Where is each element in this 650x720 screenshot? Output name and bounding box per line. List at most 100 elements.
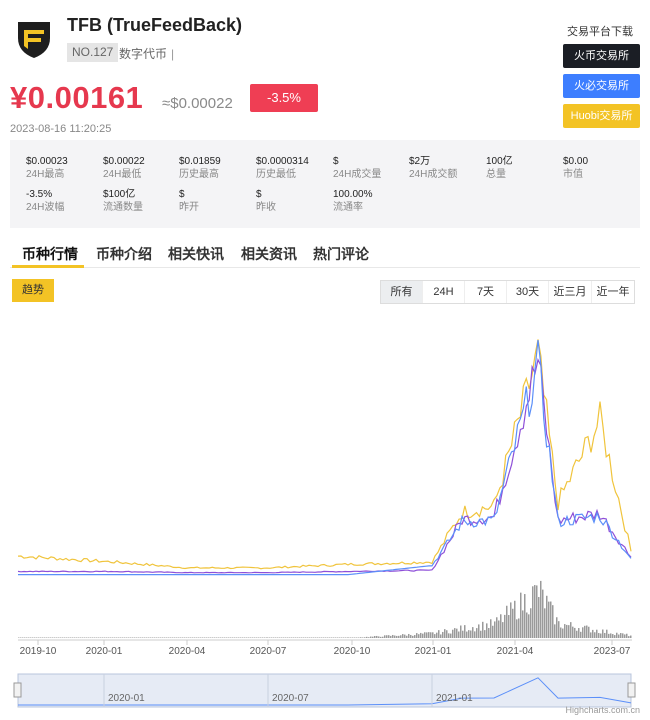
series-line-2 — [17, 358, 632, 574]
volume-bar — [271, 637, 273, 638]
volume-bar — [160, 637, 162, 638]
volume-bar — [252, 637, 254, 638]
stat-label: 昨开 — [179, 202, 199, 213]
volume-bar — [281, 637, 283, 638]
volume-bar — [516, 619, 518, 638]
volume-bar — [303, 637, 305, 638]
volume-bar — [578, 628, 580, 638]
stat-label: 24H最低 — [103, 169, 142, 180]
volume-bar — [626, 633, 628, 638]
volume-bar — [482, 621, 484, 638]
tab-intro[interactable]: 币种介绍 — [96, 244, 152, 264]
volume-bar — [376, 635, 378, 638]
volume-bar — [174, 637, 176, 638]
volume-bar — [76, 637, 78, 638]
stats-panel: $0.00023 24H最高 $0.00022 24H最低 $0.01859 历史最高… — [10, 140, 640, 228]
volume-bar — [295, 637, 297, 638]
price-cny: ¥0.00161 — [10, 80, 144, 115]
volume-bar — [114, 637, 116, 638]
volume-bar — [92, 637, 94, 638]
volume-bar — [240, 637, 242, 638]
volume-bar — [396, 635, 398, 638]
volume-bar — [273, 637, 275, 638]
download-button-huobi-3[interactable]: Huobi交易所 — [563, 104, 640, 128]
volume-bar — [54, 637, 56, 638]
x-tick-label: 2019-10 — [20, 646, 57, 657]
volume-bar — [488, 628, 490, 638]
active-tab-indicator — [12, 265, 84, 268]
volume-bar — [94, 637, 96, 638]
volume-bar — [172, 637, 174, 638]
volume-bar — [196, 637, 198, 638]
volume-bar — [492, 625, 494, 638]
volume-bar — [590, 632, 592, 638]
trend-button[interactable]: 趋势 — [12, 279, 54, 302]
volume-bar — [102, 637, 104, 638]
stat-24h-amplitude: -3.5% 24H波幅 — [26, 188, 64, 214]
download-button-huobi-2[interactable]: 火必交易所 — [563, 74, 640, 98]
price-chart[interactable]: 2019-10 2020-01 2020-04 2020-07 2020-10 2021-… — [0, 300, 650, 720]
volume-bar — [202, 637, 204, 638]
tab-market[interactable]: 币种行情 — [22, 244, 78, 264]
volume-bar — [42, 637, 44, 638]
tab-comments[interactable]: 热门评论 — [313, 244, 369, 264]
volume-bar — [610, 633, 612, 638]
volume-bar — [452, 629, 454, 638]
stat-24h-high: $0.00023 24H最高 — [26, 155, 68, 181]
volume-bar — [602, 629, 604, 638]
volume-bar — [186, 637, 188, 638]
navigator-label: 2020-01 — [108, 693, 145, 704]
stat-label: 历史最低 — [256, 169, 296, 180]
volume-bar — [436, 632, 438, 638]
volume-bar — [464, 625, 466, 638]
volume-bar — [68, 637, 70, 638]
volume-bar — [524, 594, 526, 638]
volume-bar — [616, 632, 618, 638]
navigator-handle-right[interactable] — [627, 682, 636, 698]
chart-credit[interactable]: Highcharts.com.cn — [565, 705, 640, 715]
stat-atl: $0.0000314 历史最低 — [256, 155, 309, 181]
volume-bar — [408, 633, 410, 638]
volume-bar — [538, 597, 540, 638]
tab-flash-news[interactable]: 相关快讯 — [168, 244, 224, 264]
stat-value: -3.5% — [26, 189, 53, 200]
volume-bar — [319, 637, 321, 638]
volume-bar — [28, 637, 30, 638]
volume-bar — [548, 601, 550, 638]
tab-news[interactable]: 相关资讯 — [241, 244, 297, 264]
volume-bar — [86, 637, 88, 638]
volume-bar — [307, 637, 309, 638]
volume-bar — [62, 637, 64, 638]
volume-bar — [444, 629, 446, 638]
stat-label: 历史最高 — [179, 169, 219, 180]
volume-bar — [287, 637, 289, 638]
volume-bar — [32, 637, 34, 638]
volume-bar — [34, 637, 36, 638]
x-tick-label: 2021-04 — [497, 646, 534, 657]
volume-bar — [341, 637, 343, 638]
volume-bar — [244, 637, 246, 638]
volume-bar — [564, 624, 566, 638]
volume-bar — [450, 633, 452, 638]
stat-circulation-rate: 100.00% 流通率 — [333, 188, 372, 214]
volume-bar — [592, 629, 594, 638]
volume-bar — [510, 602, 512, 638]
volume-bar — [168, 637, 170, 638]
navigator-handle-left[interactable] — [13, 682, 22, 698]
volume-bar — [305, 637, 307, 638]
volume-bar — [562, 628, 564, 638]
volume-bar — [299, 637, 301, 638]
price-lines — [17, 339, 632, 576]
volume-bar — [414, 635, 416, 638]
volume-bar — [352, 637, 354, 638]
volume-bar — [283, 637, 285, 638]
stat-value: $0.00022 — [103, 156, 145, 167]
volume-bar — [122, 637, 124, 638]
download-button-huobi-1[interactable]: 火币交易所 — [563, 44, 640, 68]
volume-bar — [24, 637, 26, 638]
volume-bar — [289, 637, 291, 638]
x-tick-label: 2020-04 — [169, 646, 206, 657]
volume-bar — [38, 637, 40, 638]
volume-bar — [358, 637, 360, 638]
volume-bar — [604, 632, 606, 638]
